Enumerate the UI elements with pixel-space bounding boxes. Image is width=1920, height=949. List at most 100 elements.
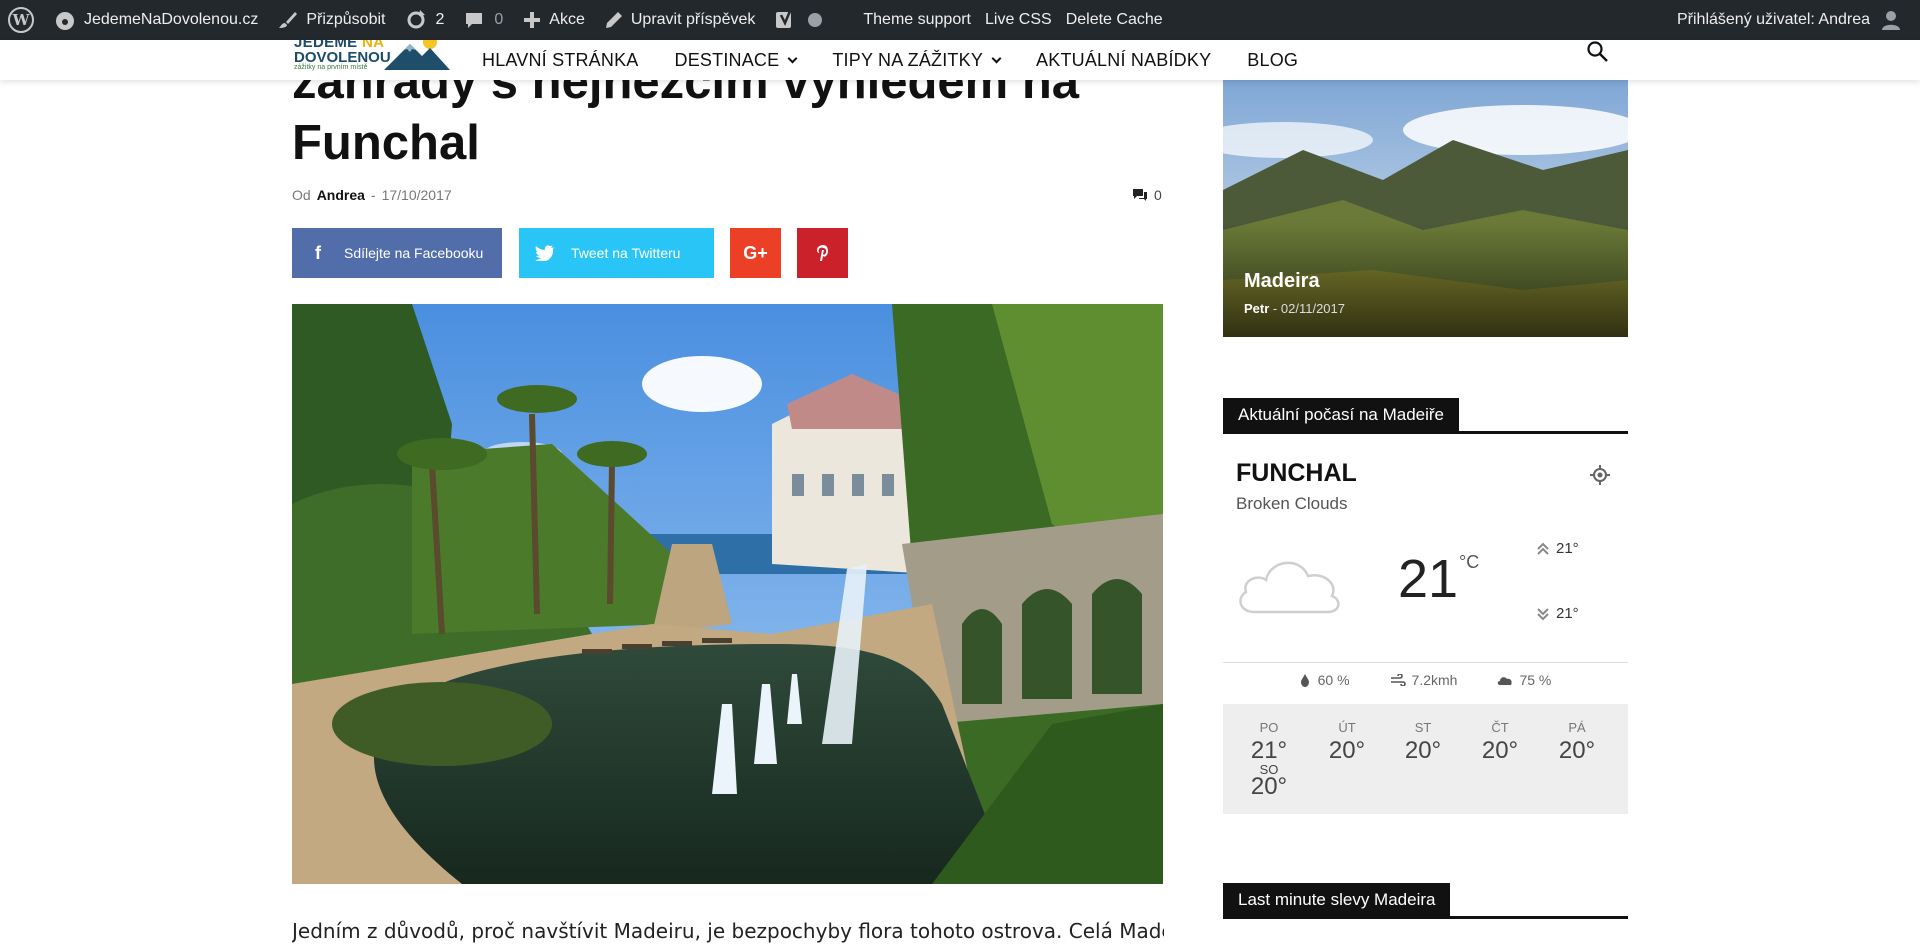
logo-tagline: zážitky na prvním místě [294, 64, 368, 71]
location-target-icon[interactable] [1589, 464, 1611, 486]
humidity-value: 60 % [1317, 672, 1350, 688]
svg-text:W: W [12, 11, 31, 29]
featured-caption: Madeira Petr - 02/11/2017 [1244, 270, 1345, 316]
customize-label: Přizpůsobit [306, 11, 386, 28]
nav-item-home[interactable]: HLAVNÍ STRÁNKA [482, 50, 639, 71]
edit-post-label: Upravit příspěvek [630, 11, 756, 28]
weather-low: 21° [1536, 605, 1579, 622]
share-twitter-button[interactable]: Tweet na Twitteru [519, 228, 714, 278]
forecast-day: PÁ 20° [1547, 720, 1607, 765]
weather-high-value: 21° [1556, 540, 1579, 557]
nav-item-destinations[interactable]: DESTINACE [674, 49, 798, 71]
edit-post-link[interactable]: Upravit příspěvek [595, 0, 766, 40]
share-twitter-label: Tweet na Twitteru [571, 245, 681, 261]
meta-separator: - [370, 187, 376, 203]
search-icon[interactable] [1586, 40, 1610, 64]
article-featured-image [292, 304, 1163, 884]
share-facebook-label: Sdílejte na Facebooku [344, 245, 484, 261]
new-label: Akce [549, 11, 585, 28]
site-name: JedemeNaDovolenou.cz [84, 11, 259, 28]
new-content-link[interactable]: Akce [513, 0, 595, 40]
author-link[interactable]: Andrea [317, 187, 365, 203]
theme-support-label: Theme support [863, 11, 971, 28]
yoast-icon [776, 10, 792, 28]
featured-title[interactable]: Madeira [1244, 270, 1345, 293]
forecast-day: ST 20° [1393, 720, 1453, 765]
site-logo[interactable]: JEDEME NA DOVOLENOU zážitky na prvním mí… [292, 40, 452, 72]
comments-count-value: 0 [1154, 187, 1162, 203]
customize-link[interactable]: Přizpůsobit [268, 0, 395, 40]
forecast-day-label: ÚT [1338, 720, 1356, 735]
forecast-day-temp: 20° [1404, 737, 1442, 764]
nav-item-blog-label: BLOG [1247, 49, 1299, 70]
featured-author[interactable]: Petr [1244, 301, 1269, 316]
pencil-icon [605, 12, 622, 28]
site-name-link[interactable]: JedemeNaDovolenou.cz [44, 0, 268, 40]
nav-item-offers[interactable]: AKTUÁLNÍ NABÍDKY [1036, 50, 1211, 71]
nav-item-home-label: HLAVNÍ STRÁNKA [482, 49, 639, 70]
featured-separator: - [1272, 301, 1278, 316]
main-navigation: HLAVNÍ STRÁNKA DESTINACE TIPY NA ZÁŽITKY… [482, 40, 1334, 80]
forecast-day-label: ČT [1491, 720, 1509, 735]
delete-cache-label: Delete Cache [1065, 11, 1163, 28]
wordpress-icon: W [8, 7, 34, 33]
nav-item-blog[interactable]: BLOG [1247, 50, 1298, 71]
post-date: 17/10/2017 [381, 187, 452, 203]
clouds-stat: 75 % [1497, 672, 1551, 688]
updates-count: 2 [435, 11, 445, 28]
forecast-day-temp: 21° [1250, 737, 1288, 764]
updates-link[interactable]: 2 [395, 0, 454, 40]
admin-bar: W JedemeNaDovolenou.cz Přizpůsobit 2 0 A… [0, 0, 1920, 40]
live-css-link[interactable]: Live CSS [981, 0, 1056, 40]
weather-temperature: 21 [1398, 549, 1459, 609]
cloud-icon [1239, 561, 1340, 614]
share-facebook-button[interactable]: f Sdílejte na Facebooku [292, 228, 502, 278]
chevron-down-icon [787, 53, 798, 63]
forecast-day-temp: 20° [1328, 737, 1366, 764]
user-greeting: Přihlášený uživatel: Andrea [1677, 11, 1870, 28]
nav-item-destinations-label: DESTINACE [674, 49, 780, 70]
mountain-logo-icon [384, 40, 450, 70]
weather-low-value: 21° [1556, 605, 1579, 622]
forecast-day: PO 21° [1239, 720, 1299, 765]
share-googleplus-button[interactable]: G+ [730, 228, 781, 278]
low-temp-arrow-icon [1537, 607, 1549, 620]
wind-stat: 7.2kmh [1390, 672, 1457, 688]
comments-icon [1133, 189, 1147, 201]
live-css-label: Live CSS [984, 11, 1052, 28]
weather-stats: 60 % 7.2kmh 75 % [1223, 672, 1628, 688]
user-account-menu[interactable]: Přihlášený uživatel: Andrea [1677, 9, 1920, 31]
yoast-seo-link[interactable] [765, 0, 833, 40]
weather-forecast: PO 21° ÚT 20° ST 20° ČT 20° PÁ 20° SO 20° [1223, 704, 1628, 814]
dashboard-icon [56, 12, 74, 30]
nav-item-offers-label: AKTUÁLNÍ NABÍDKY [1036, 49, 1212, 70]
forecast-day-temp: 20° [1481, 737, 1519, 764]
comments-link[interactable]: 0 [454, 0, 513, 40]
forecast-day: SO 20° [1239, 762, 1299, 801]
high-temp-arrow-icon [1537, 542, 1549, 555]
comments-count-link[interactable]: 0 [1132, 187, 1162, 203]
droplet-icon [1300, 673, 1309, 687]
wordpress-logo[interactable]: W [0, 0, 44, 40]
refresh-icon [407, 10, 426, 29]
chevron-down-icon [991, 53, 1002, 63]
lastminute-widget-title: Last minute slevy Madeira [1223, 883, 1451, 917]
pinterest-icon [816, 245, 828, 261]
plus-icon [524, 12, 541, 28]
article-title-line-2: Funchal [292, 116, 480, 170]
nav-item-tips[interactable]: TIPY NA ZÁŽITKY [832, 50, 1002, 71]
googleplus-icon: G+ [743, 242, 768, 263]
forecast-day-label: PO [1259, 720, 1279, 735]
share-pinterest-button[interactable] [797, 228, 848, 278]
twitter-icon [519, 245, 571, 261]
delete-cache-link[interactable]: Delete Cache [1056, 0, 1173, 40]
forecast-day-label: PÁ [1568, 720, 1586, 735]
theme-support-link[interactable]: Theme support [853, 0, 981, 40]
sidebar-featured-post[interactable]: Madeira Petr - 02/11/2017 [1223, 80, 1628, 337]
brush-icon [279, 12, 298, 28]
forecast-day-temp: 20° [1250, 773, 1288, 800]
weather-title-underline [1223, 431, 1628, 434]
seo-status-dot-icon [808, 13, 823, 27]
weather-widget-title: Aktuální počasí na Madeiře [1223, 398, 1460, 432]
forecast-day: ÚT 20° [1317, 720, 1377, 765]
